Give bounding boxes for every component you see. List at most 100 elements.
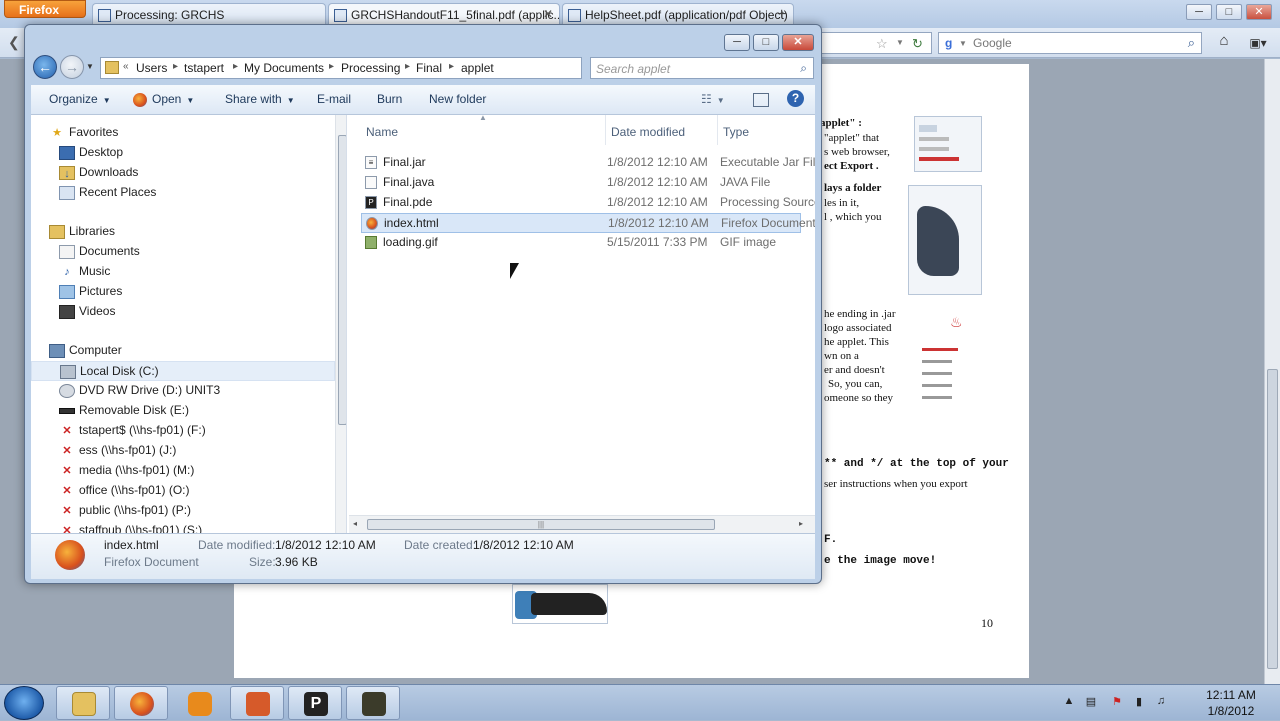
url-bar[interactable]: ☆ ▼ ↻	[820, 32, 932, 54]
page-icon	[568, 9, 581, 22]
back-icon[interactable]: ❮	[8, 34, 20, 51]
horizontal-scroll-thumb[interactable]: |||	[367, 519, 715, 530]
email-button[interactable]: E-mail	[317, 92, 351, 106]
nav-network-drive-m[interactable]: ✕ media (\\hs-fp01) (M:)	[59, 461, 194, 481]
new-folder-button[interactable]: New folder	[429, 92, 486, 106]
addon-bar-icon[interactable]: ▣▾	[1243, 32, 1273, 54]
recent-pages-dropdown-icon[interactable]: ▼	[86, 62, 94, 71]
nav-scroll-thumb[interactable]	[338, 135, 346, 425]
engine-dropdown-icon[interactable]: ▼	[959, 39, 967, 48]
column-divider[interactable]	[717, 115, 718, 145]
nav-network-drive-s[interactable]: ✕ staffpub (\\hs-fp01) (S:)	[59, 521, 202, 533]
search-icon[interactable]: ⌕	[800, 61, 807, 76]
nav-recent-places[interactable]: Recent Places	[59, 183, 156, 203]
breadcrumb-my-documents[interactable]: My Documents	[244, 61, 324, 75]
column-date-modified[interactable]: Date modified	[611, 125, 685, 139]
page-icon	[334, 9, 347, 22]
reload-icon[interactable]: ↻	[912, 36, 923, 52]
help-icon[interactable]: ?	[787, 90, 804, 107]
nav-desktop[interactable]: Desktop	[59, 143, 123, 163]
nav-pictures[interactable]: Pictures	[59, 282, 122, 302]
breadcrumb-users[interactable]: Users	[136, 61, 167, 75]
column-type[interactable]: Type	[723, 125, 749, 139]
breadcrumb-applet[interactable]: applet	[461, 61, 494, 75]
network-tray-icon[interactable]: ▤	[1084, 695, 1098, 709]
file-row-final-jar[interactable]: ≡ Final.jar 1/8/2012 12:10 AM Executable…	[361, 153, 815, 173]
nav-videos[interactable]: Videos	[59, 302, 115, 322]
explorer-maximize-button[interactable]: □	[753, 34, 779, 51]
new-tab-button[interactable]: +	[777, 6, 786, 24]
burn-button[interactable]: Burn	[377, 92, 402, 106]
preview-pane-icon[interactable]	[753, 93, 769, 107]
address-bar[interactable]: « Users ▸ tstapert ▸ My Documents ▸ Proc…	[100, 57, 650, 79]
file-row-final-pde[interactable]: P Final.pde 1/8/2012 12:10 AM Processing…	[361, 193, 815, 213]
scroll-left-icon[interactable]: ◂	[353, 519, 357, 528]
file-row-loading-gif[interactable]: loading.gif 5/15/2011 7:33 PM GIF image	[361, 233, 801, 253]
nav-computer[interactable]: Computer	[49, 341, 122, 361]
taskbar-processing-button[interactable]: P	[288, 686, 342, 720]
close-button[interactable]: ✕	[1246, 4, 1272, 20]
file-row-final-java[interactable]: Final.java 1/8/2012 12:10 AM JAVA File	[361, 173, 801, 193]
back-button[interactable]: ←	[33, 55, 57, 79]
pdf-scroll-thumb[interactable]	[1267, 369, 1278, 669]
power-icon[interactable]: ▮	[1132, 695, 1146, 709]
action-center-icon[interactable]: ⚑	[1110, 695, 1124, 709]
nav-documents[interactable]: Documents	[59, 242, 140, 262]
nav-network-drive-f[interactable]: ✕ tstapert$ (\\hs-fp01) (F:)	[59, 421, 205, 441]
chevron-right-icon[interactable]: ▸	[405, 61, 410, 72]
close-tab-icon[interactable]: ✕	[543, 7, 553, 21]
home-icon[interactable]: ⌂	[1213, 32, 1235, 54]
breadcrumb-overflow-icon[interactable]: «	[123, 61, 129, 72]
url-dropdown-icon[interactable]: ▼	[896, 38, 904, 47]
explorer-titlebar[interactable]: ─ □ ✕	[25, 25, 821, 55]
scroll-right-icon[interactable]: ▸	[799, 519, 803, 528]
chevron-right-icon[interactable]: ▸	[449, 61, 454, 72]
nav-scrollbar[interactable]	[335, 115, 346, 533]
explorer-search-input[interactable]: Search applet ⌕	[590, 57, 814, 79]
organize-button[interactable]: Organize ▼	[49, 92, 111, 106]
taskbar-explorer-button[interactable]	[56, 686, 110, 720]
chevron-right-icon[interactable]: ▸	[329, 61, 334, 72]
taskbar-firefox-button[interactable]	[114, 686, 168, 720]
nav-music[interactable]: ♪ Music	[59, 262, 110, 282]
nav-favorites[interactable]: ★ Favorites	[49, 123, 118, 143]
clock-date[interactable]: 1/8/2012	[1196, 704, 1266, 718]
pdf-scrollbar[interactable]	[1264, 59, 1280, 684]
clock-time[interactable]: 12:11 AM	[1196, 688, 1266, 702]
bookmark-star-icon[interactable]: ☆	[876, 36, 888, 52]
taskbar-camera-app-button[interactable]	[346, 686, 400, 720]
search-input[interactable]: g ▼ Google ⌕	[938, 32, 1202, 54]
column-divider[interactable]	[605, 115, 606, 145]
firefox-menu-button[interactable]: Firefox	[4, 0, 86, 18]
open-button[interactable]: Open ▼	[133, 92, 194, 107]
volume-icon[interactable]: ♫	[1154, 695, 1168, 709]
share-with-button[interactable]: Share with ▼	[225, 92, 295, 106]
taskbar-powerpoint-button[interactable]	[230, 686, 284, 720]
nav-network-drive-p[interactable]: ✕ public (\\hs-fp01) (P:)	[59, 501, 191, 521]
column-name[interactable]: Name	[366, 125, 398, 139]
nav-removable-disk-e[interactable]: Removable Disk (E:)	[59, 401, 189, 421]
chevron-right-icon[interactable]: ▸	[233, 61, 238, 72]
search-icon[interactable]: ⌕	[1188, 35, 1195, 51]
forward-button[interactable]: →	[60, 55, 84, 79]
nav-local-disk-c[interactable]: Local Disk (C:)	[31, 361, 335, 381]
start-button[interactable]	[4, 686, 44, 720]
breadcrumb-tstapert[interactable]: tstapert	[184, 61, 224, 75]
show-hidden-icons-icon[interactable]: ▲	[1062, 695, 1076, 709]
breadcrumb-final[interactable]: Final	[416, 61, 442, 75]
explorer-close-button[interactable]: ✕	[782, 34, 814, 51]
minimize-button[interactable]: ─	[1186, 4, 1212, 20]
nav-libraries[interactable]: Libraries	[49, 222, 115, 242]
taskbar-media-player-button[interactable]	[172, 686, 226, 720]
nav-downloads[interactable]: ↓ Downloads	[59, 163, 138, 183]
file-row-index-html[interactable]: index.html 1/8/2012 12:10 AM Firefox Doc…	[361, 213, 815, 233]
explorer-minimize-button[interactable]: ─	[724, 34, 750, 51]
view-options-icon[interactable]: ☷ ▼	[701, 92, 725, 106]
nav-network-drive-o[interactable]: ✕ office (\\hs-fp01) (O:)	[59, 481, 189, 501]
maximize-button[interactable]: □	[1216, 4, 1242, 20]
chevron-right-icon[interactable]: ▸	[173, 61, 178, 72]
nav-network-drive-j[interactable]: ✕ ess (\\hs-fp01) (J:)	[59, 441, 176, 461]
nav-dvd-drive-d[interactable]: DVD RW Drive (D:) UNIT3	[59, 381, 220, 401]
breadcrumb-processing[interactable]: Processing	[341, 61, 400, 75]
horizontal-scrollbar[interactable]: ◂ ||| ▸	[349, 515, 815, 533]
